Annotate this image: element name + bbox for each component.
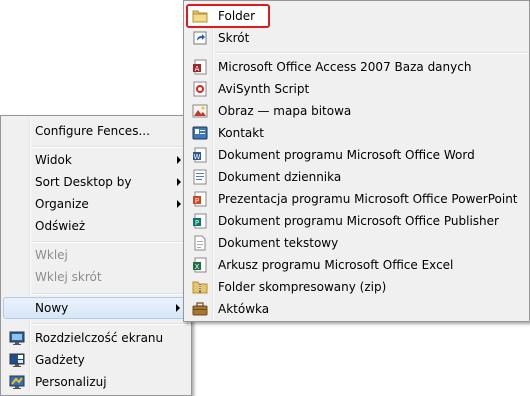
menu-item-configure-fences[interactable]: Configure Fences... [3,120,189,142]
powerpoint-icon: P [192,191,208,207]
briefcase-icon [192,301,208,317]
excel-icon: X [192,257,208,273]
svg-text:W: W [194,153,201,161]
publisher-icon: P [192,213,208,229]
menu-separator [32,323,189,325]
shortcut-icon [192,30,208,46]
submenu-item-publisher[interactable]: P Dokument programu Microsoft Office Pub… [186,210,527,232]
menu-item-screen-resolution[interactable]: Rozdzielczość ekranu [3,327,189,349]
menu-item-gadgets[interactable]: Gadżety [3,349,189,371]
menu-item-refresh[interactable]: Odśwież [3,215,189,237]
submenu-item-zip[interactable]: Folder skompresowany (zip) [186,276,527,298]
display-icon [9,330,25,346]
folder-icon [192,8,208,24]
submenu-item-text-doc[interactable]: Dokument tekstowy [186,232,527,254]
menu-item-view[interactable]: Widok [3,149,189,171]
menu-item-new[interactable]: Nowy [3,297,189,319]
bitmap-icon [192,103,208,119]
menu-item-organize[interactable]: Organize [3,193,189,215]
submenu-arrow-icon [177,178,181,186]
svg-text:X: X [195,263,200,271]
personalize-icon [9,374,25,390]
svg-text:P: P [195,219,199,227]
submenu-item-briefcase[interactable]: Aktówka [186,298,527,320]
submenu-item-access-db[interactable]: A Microsoft Office Access 2007 Baza dany… [186,56,527,78]
menu-separator [32,146,189,148]
submenu-item-word-doc[interactable]: W Dokument programu Microsoft Office Wor… [186,144,527,166]
submenu-item-contact[interactable]: Kontakt [186,122,527,144]
menu-item-paste-shortcut: Wklej skrót [35,270,102,284]
svg-text:P: P [195,197,199,205]
avisynth-icon [192,81,208,97]
submenu-arrow-icon [176,304,180,312]
submenu-item-shortcut[interactable]: Skrót [186,27,527,49]
desktop-context-menu: Configure Fences... Widok Sort Desktop b… [0,115,192,396]
zip-folder-icon [192,279,208,295]
submenu-arrow-icon [177,200,181,208]
submenu-arrow-icon [177,156,181,164]
menu-item-sort-by[interactable]: Sort Desktop by [3,171,189,193]
gadgets-icon [9,352,25,368]
word-icon: W [192,147,208,163]
submenu-item-folder[interactable]: Folder [186,5,527,27]
submenu-item-excel[interactable]: X Arkusz programu Microsoft Office Excel [186,254,527,276]
menu-item-personalize[interactable]: Personalizuj [3,371,189,393]
menu-separator [32,293,189,295]
menu-separator [215,52,527,54]
svg-text:A: A [195,65,200,73]
access-icon: A [192,59,208,75]
menu-separator [32,241,189,243]
menu-item-paste: Wklej [35,248,68,262]
new-submenu: Folder Skrót A Microsoft Office Access 2… [183,0,530,322]
contact-icon [192,125,208,141]
submenu-item-bitmap[interactable]: Obraz — mapa bitowa [186,100,527,122]
submenu-item-journal[interactable]: Dokument dziennika [186,166,527,188]
submenu-item-powerpoint[interactable]: P Prezentacja programu Microsoft Office … [186,188,527,210]
text-document-icon [192,235,208,251]
journal-icon [192,169,208,185]
submenu-item-avisynth[interactable]: AviSynth Script [186,78,527,100]
